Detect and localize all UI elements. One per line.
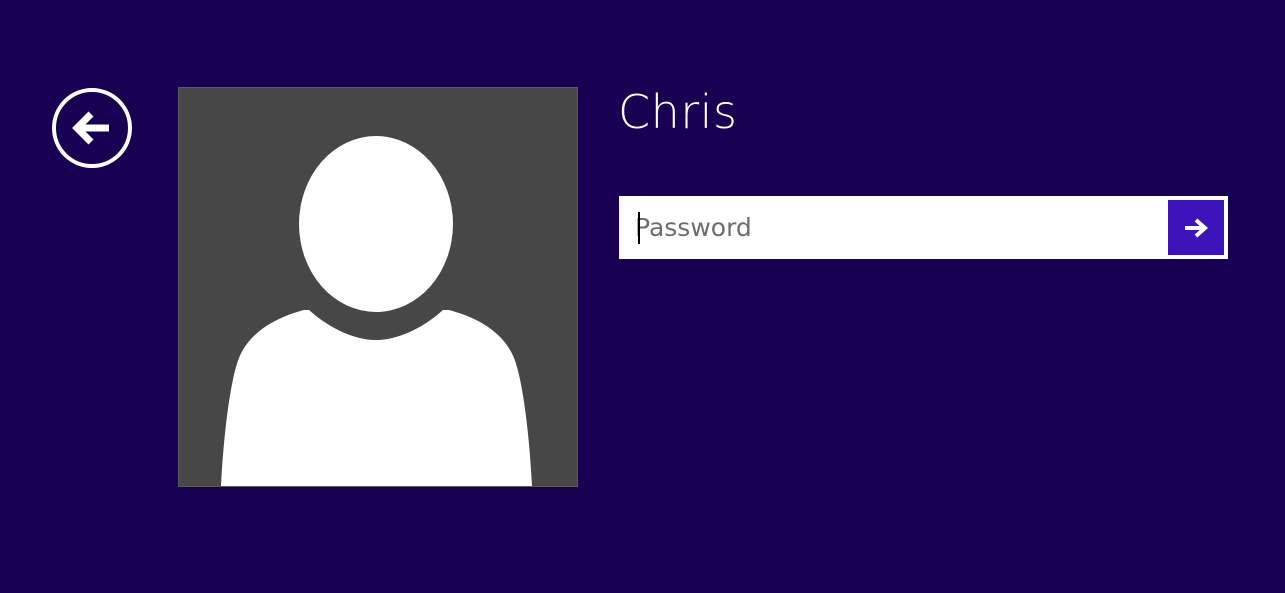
right-arrow-icon — [1185, 218, 1209, 237]
user-silhouette-icon — [221, 136, 532, 486]
back-button[interactable] — [51, 87, 133, 169]
password-input[interactable] — [621, 198, 1168, 257]
back-arrow-icon — [52, 88, 132, 168]
user-avatar — [178, 87, 578, 487]
submit-button[interactable] — [1168, 200, 1224, 255]
password-field-container — [619, 196, 1228, 259]
text-caret — [638, 212, 640, 244]
username-label: Chris — [618, 85, 738, 139]
